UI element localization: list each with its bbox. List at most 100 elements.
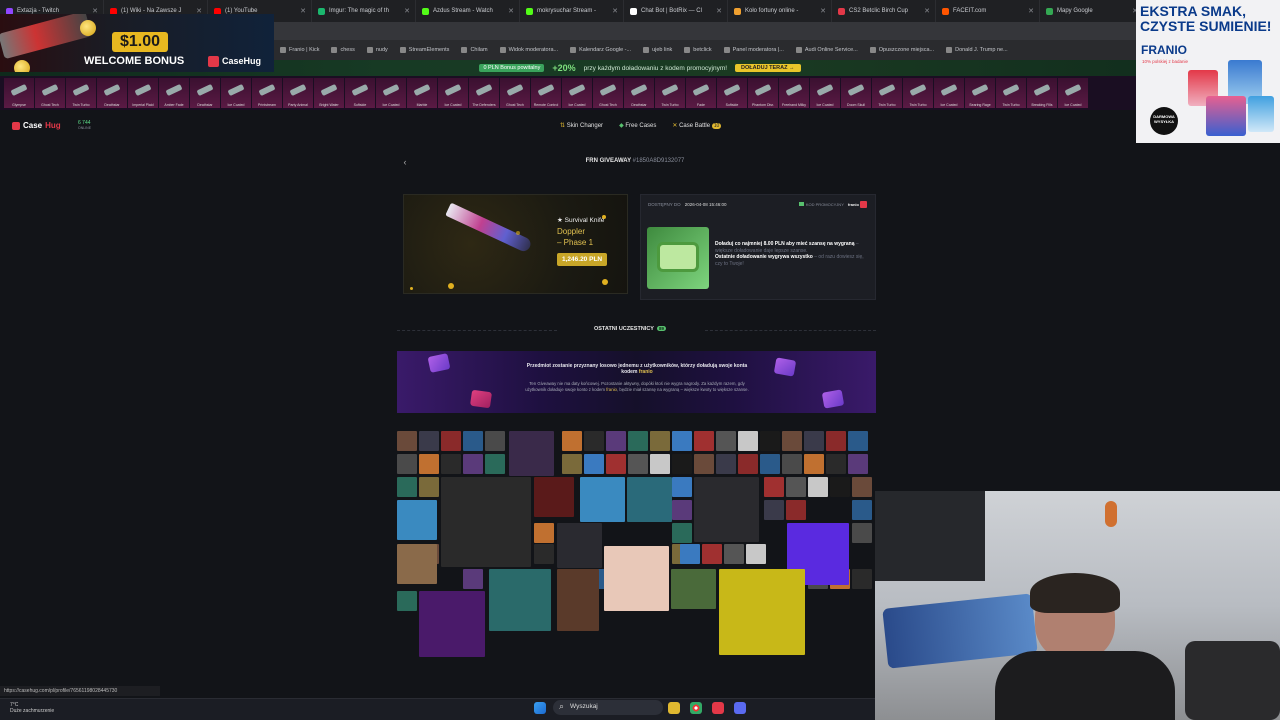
- participant-avatar[interactable]: [672, 454, 692, 474]
- participant-avatar[interactable]: [584, 454, 604, 474]
- live-drop-item[interactable]: Imperial Plaid: [128, 78, 158, 108]
- participant-avatar[interactable]: [672, 477, 692, 497]
- participant-avatar[interactable]: [419, 477, 439, 497]
- participant-avatar[interactable]: [760, 454, 780, 474]
- participant-avatar[interactable]: [628, 431, 648, 451]
- close-icon[interactable]: ✕: [924, 7, 930, 15]
- participant-avatar[interactable]: [694, 454, 714, 474]
- participant-avatar[interactable]: [628, 454, 648, 474]
- live-drop-item[interactable]: Freehand Milky: [779, 78, 809, 108]
- live-drop-item[interactable]: Ghost Tech: [500, 78, 530, 108]
- participant-avatar[interactable]: [826, 454, 846, 474]
- chrome-icon[interactable]: [690, 702, 702, 714]
- participant-avatar[interactable]: [852, 523, 872, 543]
- live-drop-item[interactable]: Breaking Fills: [1027, 78, 1057, 108]
- close-icon[interactable]: ✕: [716, 7, 722, 15]
- live-drop-item[interactable]: Amber Fade: [159, 78, 189, 108]
- live-drop-item[interactable]: Ice Coated: [562, 78, 592, 108]
- participant-avatar[interactable]: [786, 500, 806, 520]
- live-drop-item[interactable]: Party Animal: [283, 78, 313, 108]
- live-drop-item[interactable]: Deathstar: [624, 78, 654, 108]
- participant-avatar[interactable]: [463, 569, 483, 589]
- participant-avatar[interactable]: [852, 500, 872, 520]
- app-icon[interactable]: [712, 702, 724, 714]
- participant-avatar[interactable]: [680, 544, 700, 564]
- participant-avatar[interactable]: [606, 431, 626, 451]
- participant-avatar[interactable]: [485, 431, 505, 451]
- live-drop-item[interactable]: Ice Coated: [376, 78, 406, 108]
- participant-avatar[interactable]: [397, 431, 417, 451]
- bookmark-item[interactable]: Widok moderatora...: [499, 47, 558, 53]
- participant-avatar[interactable]: [584, 431, 604, 451]
- participant-avatar[interactable]: [604, 546, 669, 611]
- participant-avatar[interactable]: [760, 431, 780, 451]
- live-drop-item[interactable]: Ice Coated: [934, 78, 964, 108]
- participant-avatar[interactable]: [808, 477, 828, 497]
- participant-avatar[interactable]: [826, 431, 846, 451]
- participant-avatar[interactable]: [397, 477, 417, 497]
- browser-tab[interactable]: Chat Bot | BotRix — Cl ✕: [624, 0, 728, 22]
- participant-avatar[interactable]: [672, 523, 692, 543]
- discord-icon[interactable]: [734, 702, 746, 714]
- close-icon[interactable]: ✕: [508, 7, 514, 15]
- live-drop-item[interactable]: Twin Turbo: [903, 78, 933, 108]
- taskbar-search[interactable]: Wyszukaj: [553, 700, 663, 715]
- browser-tab[interactable]: FACEIT.com ✕: [936, 0, 1040, 22]
- live-drop-item[interactable]: Remote Control: [531, 78, 561, 108]
- participant-avatar[interactable]: [782, 454, 802, 474]
- participant-avatar[interactable]: [562, 431, 582, 451]
- participant-avatar[interactable]: [764, 500, 784, 520]
- participant-avatar[interactable]: [419, 431, 439, 451]
- participant-avatar[interactable]: [650, 454, 670, 474]
- participant-avatar[interactable]: [672, 431, 692, 451]
- participant-avatar[interactable]: [764, 477, 784, 497]
- participant-avatar[interactable]: [738, 454, 758, 474]
- participant-avatar[interactable]: [694, 431, 714, 451]
- participant-avatar[interactable]: [534, 544, 554, 564]
- browser-tab[interactable]: Azdus Stream - Watch ✕: [416, 0, 520, 22]
- bookmark-item[interactable]: nudy: [366, 47, 388, 53]
- browser-tab[interactable]: Koło fortuny online - ✕: [728, 0, 832, 22]
- live-drop-item[interactable]: Twin Turbo: [66, 78, 96, 108]
- participant-avatar[interactable]: [830, 477, 850, 497]
- copy-icon[interactable]: [860, 201, 867, 208]
- participant-avatar[interactable]: [650, 431, 670, 451]
- nav-skin-changer[interactable]: ⇅ Skin Changer: [560, 122, 603, 129]
- live-drop-item[interactable]: Deathstar: [97, 78, 127, 108]
- close-icon[interactable]: ✕: [1028, 7, 1034, 15]
- participant-avatar[interactable]: [485, 454, 505, 474]
- ad-franio[interactable]: EKSTRA SMAK, CZYSTE SUMIENIE! FRANIO 10%…: [1136, 0, 1280, 143]
- participant-avatar[interactable]: [419, 454, 439, 474]
- participant-avatar[interactable]: [716, 454, 736, 474]
- participant-avatar[interactable]: [441, 477, 531, 567]
- participant-avatar[interactable]: [852, 477, 872, 497]
- bookmark-item[interactable]: Opuszczone miejsca...: [869, 47, 934, 53]
- participant-avatar[interactable]: [848, 431, 868, 451]
- participant-avatar[interactable]: [671, 569, 716, 609]
- close-icon[interactable]: ✕: [300, 7, 306, 15]
- live-drop-item[interactable]: Printstream: [252, 78, 282, 108]
- participant-avatar[interactable]: [397, 454, 417, 474]
- live-drop-item[interactable]: Twin Turbo: [872, 78, 902, 108]
- live-drop-item[interactable]: Ghost Tech: [35, 78, 65, 108]
- participant-avatar[interactable]: [463, 431, 483, 451]
- participant-avatar[interactable]: [716, 431, 736, 451]
- participant-avatar[interactable]: [534, 477, 574, 517]
- participant-avatar[interactable]: [397, 591, 417, 611]
- participant-avatar[interactable]: [562, 454, 582, 474]
- participant-avatar[interactable]: [557, 569, 599, 631]
- browser-tab[interactable]: mokrysuchar Stream - ✕: [520, 0, 624, 22]
- live-drop-item[interactable]: Phantom Disr.: [748, 78, 778, 108]
- participant-avatar[interactable]: [509, 431, 554, 476]
- bookmark-item[interactable]: ujeb link: [643, 47, 672, 53]
- bookmark-item[interactable]: Audi Online Service...: [795, 47, 858, 53]
- live-drop-item[interactable]: Doom Skull: [841, 78, 871, 108]
- start-icon[interactable]: [534, 702, 546, 714]
- participant-avatar[interactable]: [848, 454, 868, 474]
- participant-avatar[interactable]: [489, 569, 551, 631]
- live-drop-item[interactable]: Ghost Tech: [593, 78, 623, 108]
- participant-avatar[interactable]: [702, 544, 722, 564]
- close-icon[interactable]: ✕: [820, 7, 826, 15]
- participant-avatar[interactable]: [746, 544, 766, 564]
- live-drop-item[interactable]: Marble: [407, 78, 437, 108]
